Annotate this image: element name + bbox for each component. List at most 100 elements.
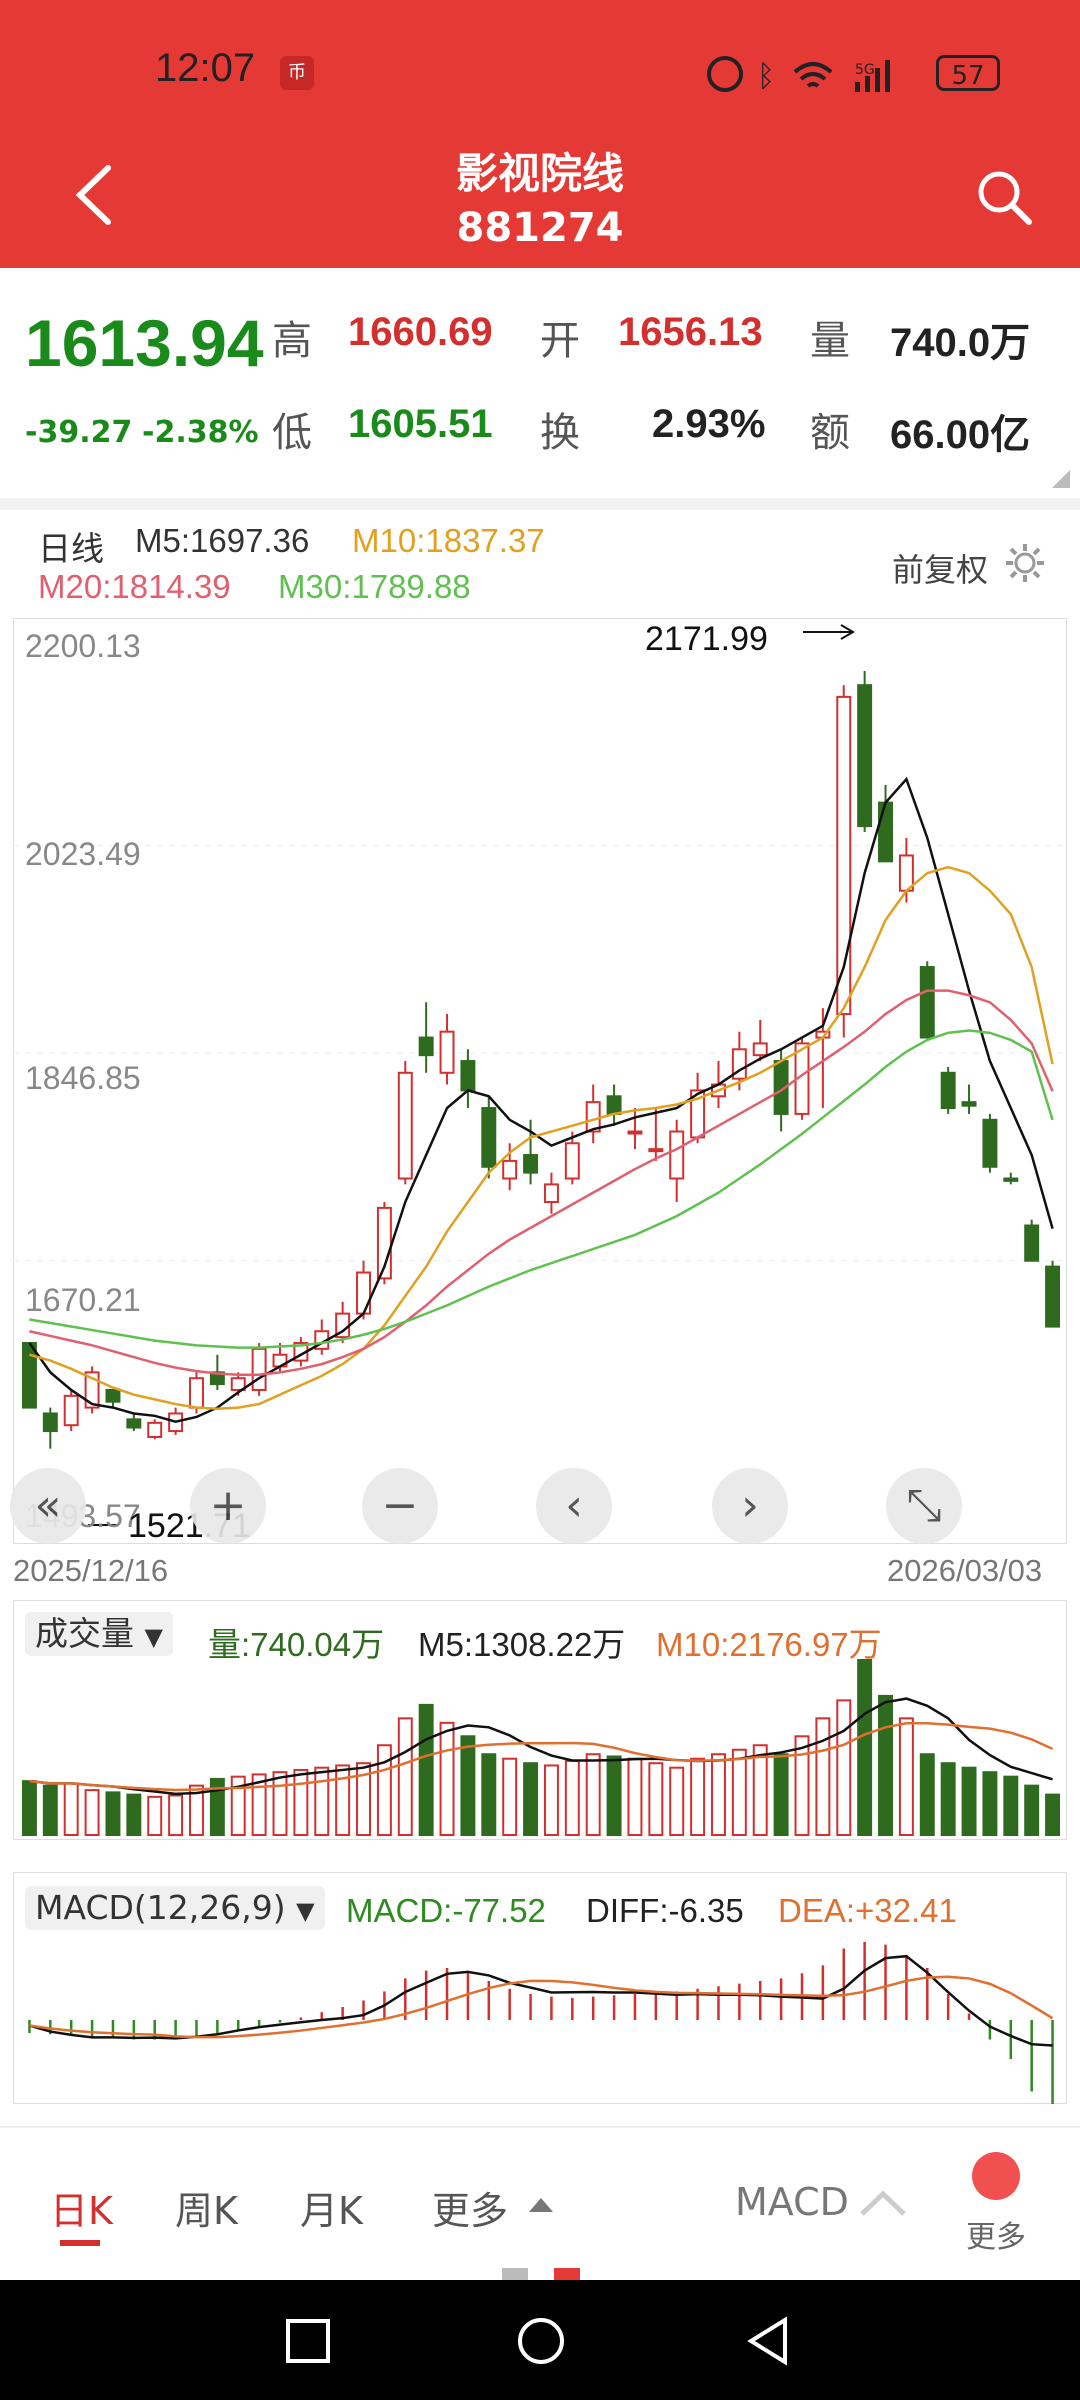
candle-body [627,1130,643,1135]
expand-corner-icon[interactable] [1050,470,1072,490]
volume-bar [335,1764,351,1836]
recents-icon[interactable] [285,2318,331,2364]
volume-bar [669,1766,685,1836]
page-dot-active [554,2268,580,2280]
scroll-left-button[interactable]: ‹ [536,1468,612,1544]
volume-bar [147,1795,163,1837]
amount-label: 额 [810,410,850,456]
volume-bar [606,1755,622,1837]
more-app-label[interactable]: 更多 [966,2212,1026,2256]
volume-bar [1024,1784,1040,1836]
tab-more[interactable]: 更多 [432,2180,508,2235]
back-nav-icon[interactable] [745,2316,791,2366]
svg-text:5G: 5G [855,62,875,78]
notification-icon: 币 [280,56,314,90]
y-tick-4: 1670.21 [25,1282,141,1318]
scroll-left-fast-button[interactable]: « [10,1468,86,1544]
candle-body [523,1154,539,1174]
ma30-legend: M30:1789.88 [278,568,471,605]
volume-bar [648,1762,664,1836]
y-tick-3: 1846.85 [25,1060,141,1096]
candle-body [460,1060,476,1092]
period-label: 日线 [38,530,104,567]
volume-bar [397,1717,413,1836]
volume-bar [42,1784,58,1836]
scroll-right-button[interactable]: › [712,1468,788,1544]
high-value: 1660.69 [348,310,493,354]
diff-line [29,1954,1053,2047]
y-tick-2: 2023.49 [25,836,141,872]
candle-body [1024,1224,1040,1262]
candle-body [397,1071,413,1180]
zoom-out-button[interactable]: − [362,1468,438,1544]
status-icons: ᛒ 5G [707,56,890,94]
battery-indicator: 57 [936,55,1000,91]
volume-bar [272,1771,288,1837]
indicator-selector[interactable]: MACD [735,2180,849,2224]
home-icon[interactable] [516,2316,566,2366]
volume-bar [794,1735,810,1837]
volume-bar [961,1766,977,1836]
volume-bar [815,1717,831,1836]
volume-label: 量 [810,318,850,364]
candle-body [189,1377,204,1409]
start-date: 2025/12/16 [13,1553,169,1588]
volume-bar [84,1789,100,1836]
volume-bar [314,1766,330,1836]
chevron-up-icon[interactable] [858,2188,908,2218]
volume-bar [878,1694,893,1837]
candle-body [982,1118,998,1168]
volume-bar [502,1757,518,1836]
volume-bar [168,1794,184,1836]
end-date: 2026/03/03 [887,1553,1043,1588]
volume-bar [126,1793,142,1837]
header-bar: 12:07 币 ᛒ 5G 57 影视院线 881274 [0,0,1080,268]
candle-body [543,1183,559,1204]
volume-bar [523,1762,539,1836]
tab-day-k[interactable]: 日K [50,2180,113,2235]
candle-body [648,1148,664,1153]
volume-bar [940,1762,956,1836]
volume-value: 740.0万 [890,321,1031,365]
volume-bar [21,1780,37,1836]
volume-bar [982,1771,998,1837]
candle-body [919,966,935,1039]
candle-body [356,1271,371,1315]
candle-body [564,1142,580,1180]
candle-body [857,684,873,828]
volume-bar [898,1717,914,1836]
macd-chart [13,1872,1067,2104]
volume-bar [63,1782,79,1836]
turnover-value: 2.93% [652,402,766,446]
volume-bar [585,1753,601,1837]
tab-week-k[interactable]: 周K [175,2180,238,2235]
caret-up-icon [529,2198,553,2212]
ma10-legend: M10:1837.37 [352,522,545,559]
price-change: -39.27 [25,415,133,450]
volume-bar [460,1735,476,1837]
amount-value: 66.00亿 [890,413,1031,457]
candle-body [439,1030,455,1074]
tab-month-k[interactable]: 月K [300,2180,363,2235]
tabs-divider [0,2126,1080,2128]
stock-code: 881274 [456,205,624,251]
fullscreen-button[interactable]: ⤡ [886,1468,962,1544]
more-app-icon[interactable] [972,2152,1020,2200]
candle-body [42,1412,58,1433]
volume-bar [690,1757,706,1836]
adjust-selector[interactable]: 前复权 [892,545,988,591]
zoom-in-button[interactable]: + [190,1468,266,1544]
candle-body [126,1418,142,1429]
current-price: 1613.94 [25,306,264,380]
candle-body [502,1159,518,1180]
settings-gear-icon[interactable] [1004,542,1046,584]
volume-bar [543,1764,559,1836]
volume-bar [752,1744,768,1836]
candlestick-chart[interactable] [13,618,1067,1544]
y-tick-1: 2200.13 [25,628,141,664]
status-time: 12:07 [155,46,256,90]
volume-bar [1003,1775,1019,1837]
volume-bar [919,1753,935,1837]
high-label: 高 [272,318,312,364]
search-icon[interactable] [975,168,1035,228]
